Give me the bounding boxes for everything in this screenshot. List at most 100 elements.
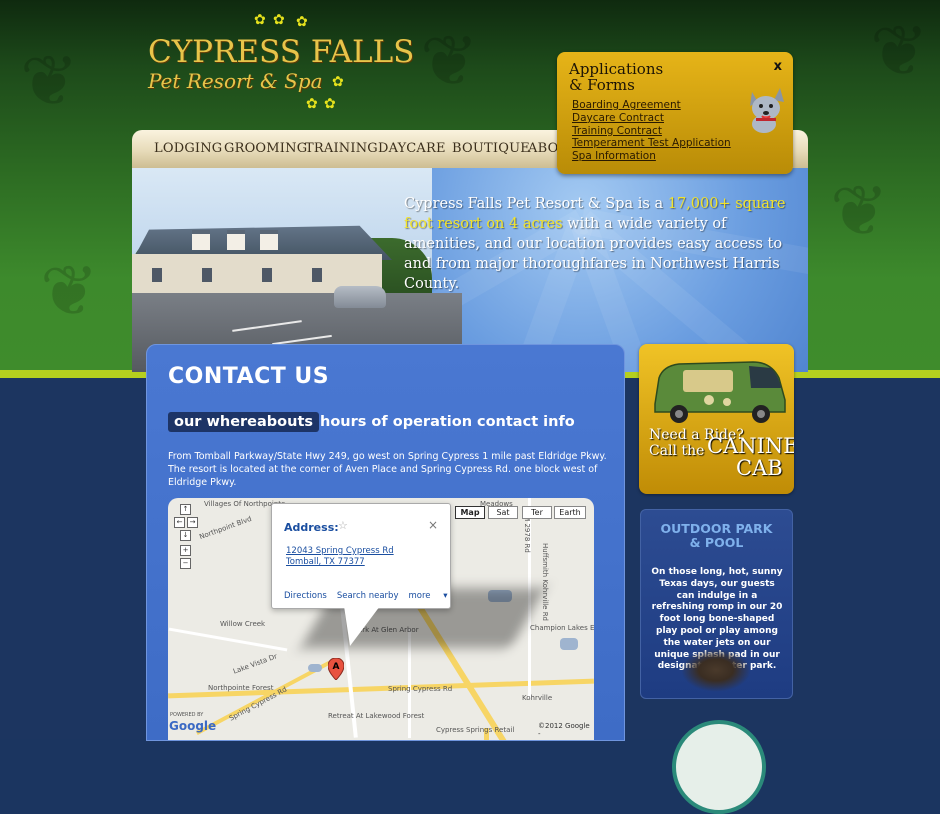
map-label: Huffsmith Kohrville Rd xyxy=(541,543,549,621)
google-logo[interactable]: Google xyxy=(169,719,216,733)
nav-item-grooming[interactable]: GROOMING xyxy=(224,141,307,156)
canine-cab-promo[interactable]: Need a Ride? Call the CANINE CAB xyxy=(639,344,794,494)
hero-text-lead: Cypress Falls Pet Resort & Spa is a xyxy=(404,196,668,212)
cartoon-dog-icon xyxy=(750,88,784,133)
map-label: Northpointe Forest xyxy=(208,684,274,692)
building-window xyxy=(152,268,162,282)
location-marker-icon[interactable]: A xyxy=(328,658,344,680)
fleur-pattern-icon: ❦ xyxy=(20,40,79,122)
close-icon[interactable]: × xyxy=(428,518,438,532)
map-label: Spring Cypress Rd xyxy=(388,685,453,693)
cab-text-canine: CANINE xyxy=(707,434,794,458)
map-label: Retreat At Lakewood Forest xyxy=(328,712,425,720)
tab-hours-of-operation[interactable]: hours of operation xyxy=(314,412,478,432)
address-line2[interactable]: Tomball, TX 77377 xyxy=(286,557,394,568)
map-label: Kohrville xyxy=(522,694,553,702)
fleur-pattern-icon: ❦ xyxy=(40,250,99,332)
map-label: Willow Creek xyxy=(220,620,266,628)
star-icon[interactable]: ☆ xyxy=(338,519,348,532)
directions-text: From Tomball Parkway/State Hwy 249, go w… xyxy=(168,451,607,488)
pool-title-line1: OUTDOOR PARK xyxy=(660,521,773,536)
search-nearby-link[interactable]: Search nearby xyxy=(337,591,399,601)
paw-print-icon: ✿ xyxy=(324,96,336,112)
building-window xyxy=(202,268,212,282)
map-label: Champion Lakes Estate xyxy=(530,624,594,632)
link-spa-information[interactable]: Spa Information xyxy=(572,150,731,163)
outdoor-park-promo[interactable]: OUTDOOR PARK & POOL On those long, hot, … xyxy=(640,509,793,699)
close-button[interactable]: x xyxy=(774,59,782,74)
contact-panel: CONTACT US our whereabouts hours of oper… xyxy=(146,344,625,741)
pan-right-icon[interactable]: → xyxy=(187,517,198,528)
nav-item-daycare[interactable]: DAYCARE xyxy=(378,141,446,156)
applications-links: Boarding Agreement Daycare Contract Trai… xyxy=(572,99,731,163)
pool-title-line2: & POOL xyxy=(689,535,744,550)
applications-title-line1: Applications xyxy=(569,60,664,78)
building-dormer xyxy=(227,230,245,250)
pan-down-icon[interactable]: ↓ xyxy=(180,530,191,541)
zoom-in-icon[interactable]: + xyxy=(180,545,191,556)
nav-item-training[interactable]: TRAINING xyxy=(305,141,378,156)
directions-link[interactable]: Directions xyxy=(284,591,327,601)
marker-letter: A xyxy=(333,662,340,672)
applications-title: Applications & Forms xyxy=(569,61,663,93)
map-water xyxy=(560,638,578,650)
parking-line xyxy=(232,320,302,332)
building-dormer xyxy=(260,230,278,250)
map-type-map[interactable]: Map xyxy=(455,506,485,519)
google-map[interactable]: Villages Of Northpointe Willow Creek Nor… xyxy=(168,498,594,740)
powered-by-label: POWERED BY xyxy=(170,712,204,718)
link-boarding-agreement[interactable]: Boarding Agreement xyxy=(572,99,731,112)
pan-up-icon[interactable]: ↑ xyxy=(180,504,191,515)
pan-left-icon[interactable]: ← xyxy=(174,517,185,528)
nav-item-boutique[interactable]: BOUTIQUE xyxy=(452,141,530,156)
link-temperament-test[interactable]: Temperament Test Application xyxy=(572,137,731,150)
van-illustration xyxy=(654,361,786,423)
building-dormer xyxy=(192,230,210,250)
nav-item-lodging[interactable]: LODGING xyxy=(154,141,222,156)
logo-title: CYPRESS FALLS xyxy=(148,34,415,70)
more-link[interactable]: more ▾ xyxy=(408,591,457,601)
link-training-contract[interactable]: Training Contract xyxy=(572,125,731,138)
applications-panel: Applications & Forms x Boarding Agreemen… xyxy=(557,52,793,174)
map-type-satellite[interactable]: Sat xyxy=(488,506,518,519)
swimming-dog-image xyxy=(681,648,751,692)
zoom-out-icon[interactable]: − xyxy=(180,558,191,569)
map-type-terrain[interactable]: Ter xyxy=(522,506,552,519)
hero-banner: Cypress Falls Pet Resort & Spa is a 17,0… xyxy=(132,168,808,372)
address-line1[interactable]: 12043 Spring Cypress Rd xyxy=(286,546,394,557)
tab-our-whereabouts[interactable]: our whereabouts xyxy=(168,412,320,432)
paw-print-icon: ✿ xyxy=(306,96,318,112)
map-label: Cypress Springs Retail xyxy=(436,726,515,734)
map-info-window: Address: ☆ × 12043 Spring Cypress Rd Tom… xyxy=(271,503,451,609)
promo-badge[interactable] xyxy=(672,720,766,814)
cab-text-call-the: Call the xyxy=(649,443,705,459)
info-window-address[interactable]: 12043 Spring Cypress Rd Tomball, TX 7737… xyxy=(286,546,394,568)
map-label: Northpoint Blvd xyxy=(198,514,253,542)
fleur-pattern-icon: ❦ xyxy=(420,20,479,102)
cab-text-cab: CAB xyxy=(736,456,783,480)
pool-title: OUTDOOR PARK & POOL xyxy=(641,522,792,550)
map-copyright: ©2012 Google - xyxy=(538,722,590,738)
info-window-pointer xyxy=(344,606,380,646)
info-window-links: Directions Search nearby more ▾ xyxy=(284,591,467,601)
building-window xyxy=(312,268,322,282)
site-logo[interactable]: ✿ ✿ ✿ ✿ ✿ ✿ CYPRESS FALLS Pet Resort & S… xyxy=(146,12,414,114)
paw-print-icon: ✿ xyxy=(273,12,285,28)
chevron-down-icon: ▾ xyxy=(440,591,448,601)
map-type-earth[interactable]: Earth xyxy=(554,506,586,519)
info-window-title: Address: xyxy=(284,521,339,534)
paw-print-icon: ✿ xyxy=(254,12,266,28)
map-water xyxy=(308,664,322,672)
map-street xyxy=(168,627,288,652)
parked-car xyxy=(334,286,386,308)
more-label: more xyxy=(408,591,431,601)
link-daycare-contract[interactable]: Daycare Contract xyxy=(572,112,731,125)
map-label: Lake Vista Dr xyxy=(232,652,279,676)
paw-print-icon: ✿ xyxy=(332,74,344,90)
hero-description: Cypress Falls Pet Resort & Spa is a 17,0… xyxy=(404,194,794,294)
tab-contact-info[interactable]: contact info xyxy=(471,412,581,432)
fleur-pattern-icon: ❦ xyxy=(830,170,889,252)
logo-subtitle: Pet Resort & Spa xyxy=(148,69,323,93)
building-window xyxy=(262,268,272,282)
fleur-pattern-icon: ❦ xyxy=(870,10,929,92)
